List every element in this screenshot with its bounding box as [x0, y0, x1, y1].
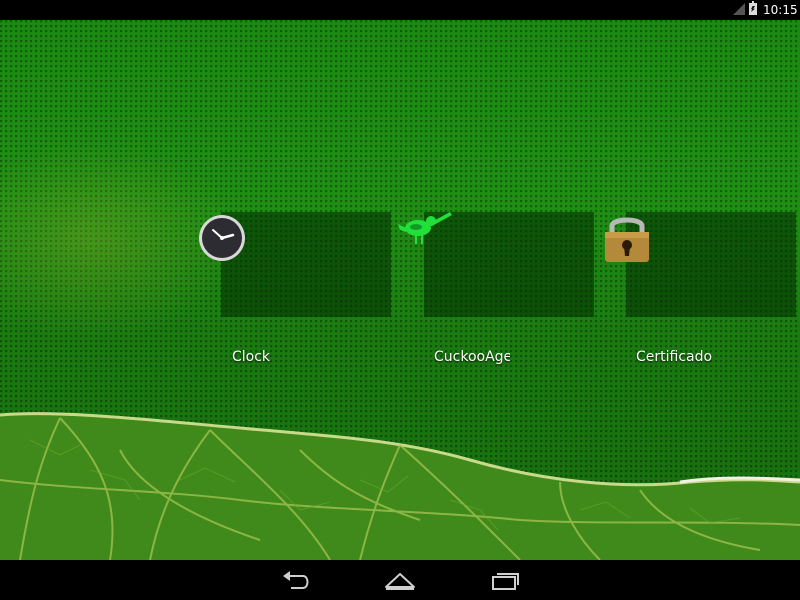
home-icon	[385, 573, 415, 590]
bird-icon	[398, 212, 452, 244]
home-button[interactable]	[380, 568, 420, 594]
navigation-bar	[0, 560, 800, 600]
app-label[interactable]: Clock	[232, 348, 312, 366]
battery-charging-icon	[749, 1, 757, 15]
back-button[interactable]	[277, 568, 317, 594]
recent-apps-button[interactable]	[485, 568, 525, 594]
padlock-icon	[605, 217, 649, 262]
recent-apps-icon	[492, 573, 519, 590]
app-label[interactable]: CuckooAge	[434, 348, 510, 366]
cuckoo-app-icon[interactable]	[398, 210, 452, 260]
back-arrow-icon	[283, 571, 309, 589]
no-signal-icon	[733, 3, 745, 15]
clock-icon	[199, 215, 245, 261]
app-label[interactable]: Certificado	[636, 348, 736, 366]
clock-app-icon[interactable]	[197, 213, 247, 263]
status-time: 10:15	[763, 3, 798, 17]
status-bar: 10:15	[0, 0, 800, 20]
certificado-app-icon[interactable]	[602, 214, 652, 264]
